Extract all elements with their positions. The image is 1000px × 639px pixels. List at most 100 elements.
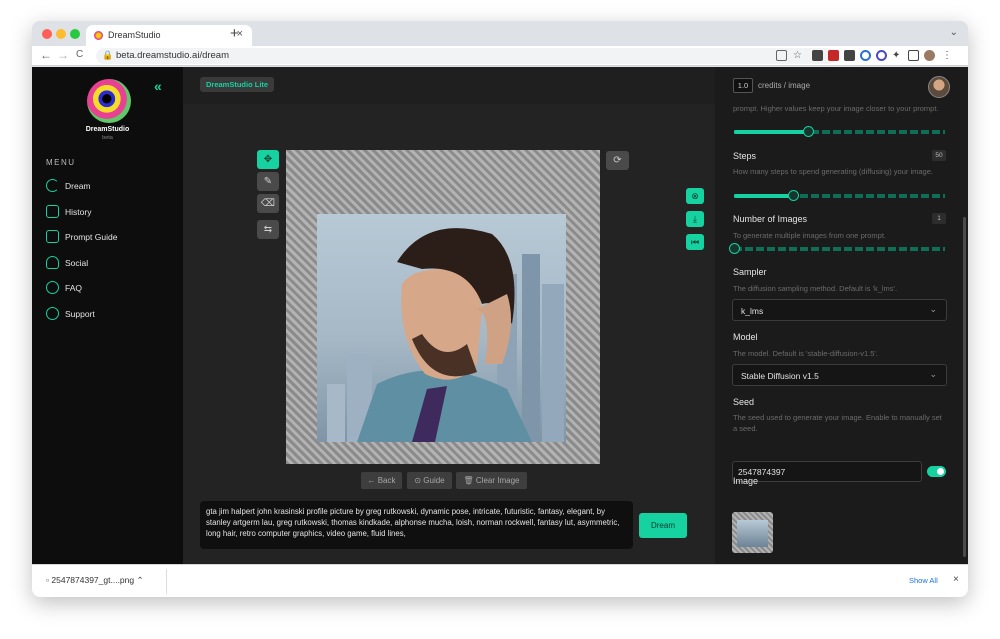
sidebar-item-label: FAQ [65, 283, 83, 293]
extension-icon[interactable] [828, 50, 839, 61]
address-bar[interactable]: 🔒 beta.dreamstudio.ai/dream [96, 48, 836, 64]
share-icon[interactable] [776, 50, 787, 61]
swap-icon[interactable]: ⇆ [257, 220, 279, 239]
num-images-slider[interactable] [729, 243, 945, 254]
download-icon[interactable]: ⤓ [686, 211, 704, 227]
tab-search-chevron-icon[interactable]: ⌄ [950, 27, 958, 38]
canvas-area: ✥ ✎ ⌫ ⇆ ⟳ ⊗ ⤓ ⏮ ← Back ⊙ Guide 🗑 Clear I… [183, 104, 715, 564]
settings-scrollbar[interactable] [963, 217, 966, 557]
sidebar-item-history[interactable]: History [46, 205, 176, 221]
brush-icon[interactable]: ✎ [257, 172, 279, 191]
extension-icon[interactable] [844, 50, 855, 61]
settings-panel: 1.0 credits / image prompt. Higher value… [715, 67, 968, 564]
tab-title: DreamStudio [108, 30, 161, 40]
guide-button[interactable]: ⊙ Guide [407, 472, 452, 489]
divider [166, 569, 167, 594]
close-circle-icon[interactable]: ⊗ [686, 188, 704, 204]
extension-icons: ☆ ✦ ⋮ [776, 50, 966, 63]
chat-icon [46, 230, 59, 243]
zoom-window-button[interactable] [70, 29, 80, 39]
image-label: Image [733, 476, 759, 486]
browser-window: DreamStudio × + ⌄ ← → C 🔒 beta.dreamstud… [32, 21, 968, 597]
sidepanel-icon[interactable] [908, 50, 919, 61]
beta-label: beta [102, 135, 113, 141]
download-filename: 2547874397_gt....png [51, 575, 135, 585]
show-all-link[interactable]: Show All [909, 576, 938, 585]
steps-slider[interactable] [734, 190, 945, 201]
steps-value: 50 [932, 150, 946, 161]
eraser-icon[interactable]: ⌫ [257, 194, 279, 213]
sidebar-item-faq[interactable]: FAQ [46, 281, 176, 297]
bookmark-star-icon[interactable]: ☆ [793, 50, 804, 61]
downloads-bar: ▫ 2547874397_gt....png ⌃ Show All × [32, 564, 968, 597]
slider-knob[interactable] [788, 190, 800, 201]
lock-icon: 🔒 [102, 50, 114, 60]
num-images-value: 1 [932, 213, 946, 224]
model-description: The model. Default is 'stable-diffusion-… [733, 349, 878, 358]
extension-icon[interactable] [860, 50, 871, 61]
reset-canvas-button[interactable]: ⟳ [606, 151, 629, 170]
clear-image-button[interactable]: 🗑 Clear Image [456, 472, 527, 489]
extension-icon[interactable] [876, 50, 887, 61]
cfg-scale-slider[interactable] [734, 126, 945, 137]
skip-back-icon[interactable]: ⏮ [686, 234, 704, 250]
model-value: Stable Diffusion v1.5 [741, 371, 819, 381]
back-nav-button[interactable]: ← [40, 48, 52, 62]
profile-avatar-icon[interactable] [924, 50, 935, 61]
sampler-select[interactable]: k_lms ⌄ [732, 299, 947, 321]
dreamstudio-app: DreamStudio beta « MENU Dream History Pr… [32, 67, 968, 564]
download-item[interactable]: ▫ 2547874397_gt....png ⌃ [46, 575, 144, 586]
prompt-input[interactable]: gta jim halpert john krasinski profile p… [200, 501, 633, 549]
slider-fill [734, 130, 808, 134]
people-icon [46, 256, 59, 269]
seed-input[interactable]: 2547874397 [732, 461, 922, 482]
reload-button[interactable]: C [76, 49, 83, 60]
kebab-menu-icon[interactable]: ⋮ [942, 50, 953, 61]
dream-button[interactable]: Dream [639, 513, 687, 538]
move-tool-icon[interactable]: ✥ [257, 150, 279, 169]
slider-knob[interactable] [729, 243, 740, 254]
close-downloads-icon[interactable]: × [953, 574, 959, 585]
sidebar-item-label: Support [65, 309, 95, 319]
url-text: beta.dreamstudio.ai/dream [116, 50, 230, 61]
dreamstudio-lite-button[interactable]: DreamStudio Lite [200, 77, 275, 92]
collapse-sidebar-icon[interactable]: « [154, 78, 162, 94]
sidebar-item-label: Social [65, 258, 89, 268]
seed-label: Seed [733, 397, 755, 407]
num-images-label: Number of Images [733, 214, 808, 224]
tab-strip: DreamStudio × + ⌄ [32, 21, 968, 46]
chevron-down-icon: ⌄ [929, 369, 937, 379]
sidebar-item-label: Dream [65, 181, 91, 191]
new-tab-button[interactable]: + [230, 25, 239, 42]
browser-tab[interactable]: DreamStudio × [86, 25, 252, 46]
dreamstudio-favicon-icon [94, 31, 103, 40]
steps-label: Steps [733, 151, 757, 161]
extension-icon[interactable] [812, 50, 823, 61]
slider-knob[interactable] [802, 126, 814, 137]
puzzle-icon[interactable]: ✦ [892, 50, 903, 61]
num-images-description: To generate multiple images from one pro… [733, 231, 886, 240]
chevron-down-icon: ⌄ [929, 304, 937, 314]
sidebar-item-social[interactable]: Social [46, 256, 176, 272]
cfg-description: prompt. Higher values keep your image cl… [733, 104, 939, 113]
seed-toggle[interactable] [927, 466, 946, 477]
forward-nav-button[interactable]: → [57, 48, 69, 62]
model-select[interactable]: Stable Diffusion v1.5 ⌄ [732, 364, 947, 386]
user-avatar[interactable] [928, 76, 950, 98]
sidebar-item-dream[interactable]: Dream [46, 179, 176, 195]
sampler-description: The diffusion sampling method. Default i… [733, 284, 898, 293]
steps-description: How many steps to spend generating (diff… [733, 167, 933, 176]
back-button[interactable]: ← Back [361, 472, 402, 489]
sidebar-item-support[interactable]: Support [46, 307, 176, 323]
discord-icon [46, 307, 59, 320]
file-icon: ▫ [46, 575, 50, 585]
sampler-label: Sampler [733, 267, 767, 277]
close-window-button[interactable] [42, 29, 52, 39]
chevron-up-icon[interactable]: ⌃ [136, 575, 143, 585]
question-icon [46, 281, 59, 294]
top-bar: DreamStudio Lite [183, 67, 715, 104]
sidebar-item-prompt-guide[interactable]: Prompt Guide [46, 230, 176, 246]
slider-fill [734, 194, 794, 198]
minimize-window-button[interactable] [56, 29, 66, 39]
init-image-thumbnail[interactable] [732, 512, 773, 553]
